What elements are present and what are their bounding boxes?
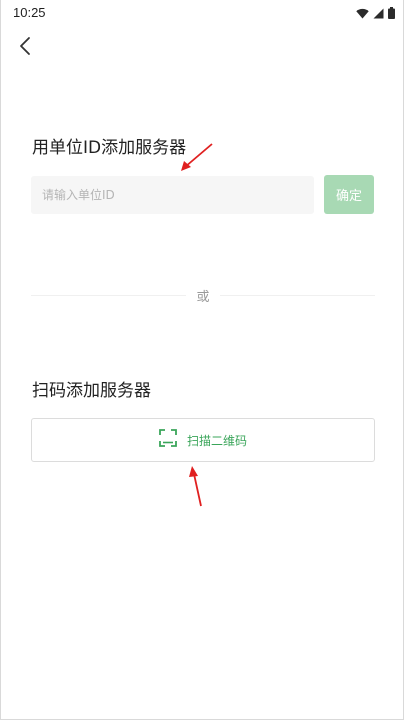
chevron-left-icon xyxy=(18,36,32,60)
back-button[interactable] xyxy=(13,36,37,60)
annotation-arrow-scan xyxy=(189,466,202,507)
unit-id-input[interactable] xyxy=(31,176,314,214)
scan-qr-button[interactable]: 扫描二维码 xyxy=(31,418,375,462)
divider-text: 或 xyxy=(196,290,210,305)
status-time: 10:25 xyxy=(13,5,46,20)
confirm-button[interactable]: 确定 xyxy=(324,175,374,214)
add-server-screen: 10:25 用单位ID添加服务器 请输入单位ID 确定 或 扫码添加服务器 扫描… xyxy=(0,0,404,720)
scan-frame-icon xyxy=(159,429,177,451)
wifi-icon xyxy=(356,4,369,23)
status-icons xyxy=(356,6,395,20)
status-bar: 10:25 xyxy=(1,0,404,26)
divider-line-left xyxy=(31,295,186,296)
unit-id-section-title: 用单位ID添加服务器 xyxy=(32,138,187,158)
divider-line-right xyxy=(220,295,375,296)
signal-icon xyxy=(373,4,384,23)
battery-icon xyxy=(388,4,395,23)
scan-button-label: 扫描二维码 xyxy=(186,433,247,448)
or-divider: 或 xyxy=(31,285,375,305)
scan-section-title: 扫码添加服务器 xyxy=(32,381,151,401)
